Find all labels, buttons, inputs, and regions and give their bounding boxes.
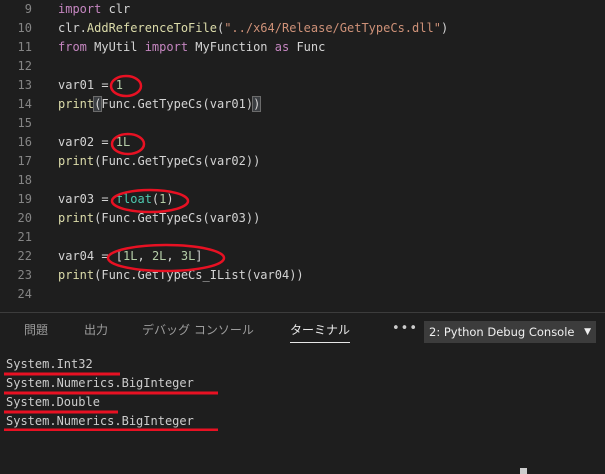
code-token: import: [58, 2, 102, 16]
code-line[interactable]: 22 var04 = [1L, 2L, 3L]: [0, 247, 605, 265]
code-token: ): [440, 21, 449, 35]
code-token: clr.: [58, 21, 87, 35]
code-token: print: [58, 268, 95, 282]
tab-debug-console[interactable]: デバッグ コンソール: [142, 322, 254, 342]
code-line[interactable]: 15: [0, 114, 605, 132]
line-number: 21: [17, 230, 32, 244]
code-text: from MyUtil import MyFunction as Func: [58, 38, 325, 56]
code-token: 1L: [123, 249, 138, 263]
line-number: 10: [17, 21, 32, 35]
code-token: (Func.GetTypeCs(var03)): [94, 211, 261, 225]
line-number: 18: [17, 173, 32, 187]
code-token: float: [115, 192, 152, 206]
code-line[interactable]: 9 import clr: [0, 0, 605, 18]
line-number: 22: [17, 249, 32, 263]
code-token: ,: [166, 249, 181, 263]
code-line[interactable]: 20 print(Func.GetTypeCs(var03)): [0, 209, 605, 227]
code-line[interactable]: 24: [0, 285, 605, 303]
bottom-panel: 問題 出力 デバッグ コンソール ターミナル ••• 2: Python Deb…: [0, 312, 605, 474]
code-token: ): [166, 192, 174, 206]
panel-tab-bar: 問題 出力 デバッグ コンソール ターミナル ••• 2: Python Deb…: [0, 313, 605, 347]
terminal-line: System.Double: [6, 395, 100, 409]
code-token: "../x64/Release/GetTypeCs.dll": [224, 21, 441, 35]
line-number: 15: [17, 116, 32, 130]
code-token: Func.GetTypeCs(var01): [101, 97, 254, 111]
tab-output[interactable]: 出力: [84, 322, 108, 342]
code-line[interactable]: 23 print(Func.GetTypeCs_IList(var04)): [0, 266, 605, 284]
code-token: Func: [289, 40, 326, 54]
terminal-output[interactable]: System.Int32 System.Numerics.BigInteger …: [0, 355, 605, 474]
code-token: 2L: [151, 249, 167, 263]
tab-terminal[interactable]: ターミナル: [290, 322, 351, 343]
code-line[interactable]: 10 clr.AddReferenceToFile("../x64/Release…: [0, 19, 605, 37]
code-text: clr.AddReferenceToFile("../x64/Release/G…: [58, 19, 448, 37]
code-line[interactable]: 12: [0, 57, 605, 75]
code-line[interactable]: 13 var01 = 1: [0, 76, 605, 94]
tab-problems[interactable]: 問題: [24, 322, 48, 342]
code-text: print(Func.GetTypeCs(var03)): [58, 209, 260, 227]
terminal-select-value: 2: Python Debug Console: [429, 325, 575, 339]
code-text: var03 = float(1): [58, 190, 174, 208]
code-line[interactable]: 16 var02 = 1L: [0, 133, 605, 151]
terminal-cursor: [520, 468, 527, 474]
code-token: 1: [115, 78, 124, 92]
line-number: 12: [17, 59, 32, 73]
code-line[interactable]: 14 print(Func.GetTypeCs(var01)): [0, 95, 605, 113]
code-token: var01 =: [58, 78, 116, 92]
terminal-line: System.Int32: [6, 357, 93, 371]
line-number: 9: [24, 2, 32, 16]
code-token: print: [58, 97, 95, 111]
code-token: MyFunction: [188, 40, 275, 54]
code-token: (Func.GetTypeCs(var02)): [94, 154, 261, 168]
terminal-line: System.Numerics.BigInteger: [6, 414, 194, 428]
code-token: print: [58, 211, 95, 225]
code-token: as: [274, 40, 290, 54]
line-number: 20: [17, 211, 32, 225]
line-number: 17: [17, 154, 32, 168]
code-text: print(Func.GetTypeCs(var02)): [58, 152, 260, 170]
code-token: ): [252, 96, 262, 112]
code-line[interactable]: 11 from MyUtil import MyFunction as Func: [0, 38, 605, 56]
line-number: 16: [17, 135, 32, 149]
line-number: 14: [17, 97, 32, 111]
terminal-select[interactable]: 2: Python Debug Console ▼: [424, 321, 596, 343]
line-number: 13: [17, 78, 32, 92]
code-token: var03 =: [58, 192, 116, 206]
code-token: MyUtil: [86, 40, 145, 54]
terminal-line: System.Numerics.BigInteger: [6, 376, 194, 390]
line-number: 23: [17, 268, 32, 282]
code-line[interactable]: 17 print(Func.GetTypeCs(var02)): [0, 152, 605, 170]
code-text: var02 = 1L: [58, 133, 130, 151]
code-token: import: [144, 40, 189, 54]
code-line[interactable]: 18: [0, 171, 605, 189]
code-text: var04 = [1L, 2L, 3L]: [58, 247, 203, 265]
code-text: print(Func.GetTypeCs_IList(var04)): [58, 266, 304, 284]
code-token: clr: [101, 2, 131, 16]
code-editor[interactable]: 9 import clr 10 clr.AddReferenceToFile("../…: [0, 0, 605, 312]
line-number: 19: [17, 192, 32, 206]
code-line[interactable]: 19 var03 = float(1): [0, 190, 605, 208]
code-token: from: [58, 40, 87, 54]
code-token: print: [58, 154, 95, 168]
code-line[interactable]: 21: [0, 228, 605, 246]
code-token: var02 =: [58, 135, 116, 149]
code-text: print(Func.GetTypeCs(var01)): [58, 95, 262, 113]
code-text: var01 = 1: [58, 76, 123, 94]
chevron-down-icon: ▼: [584, 327, 591, 337]
more-actions-icon[interactable]: •••: [392, 321, 418, 336]
line-number: 11: [17, 40, 32, 54]
code-token: (Func.GetTypeCs_IList(var04)): [94, 268, 304, 282]
code-token: var04 = [: [58, 249, 124, 263]
code-text: import clr: [58, 0, 130, 18]
line-number: 24: [17, 287, 32, 301]
code-token: ,: [137, 249, 152, 263]
code-token: ]: [195, 249, 203, 263]
code-token: AddReferenceToFile: [86, 21, 217, 35]
code-token: 3L: [180, 249, 196, 263]
code-token: 1L: [115, 135, 131, 149]
